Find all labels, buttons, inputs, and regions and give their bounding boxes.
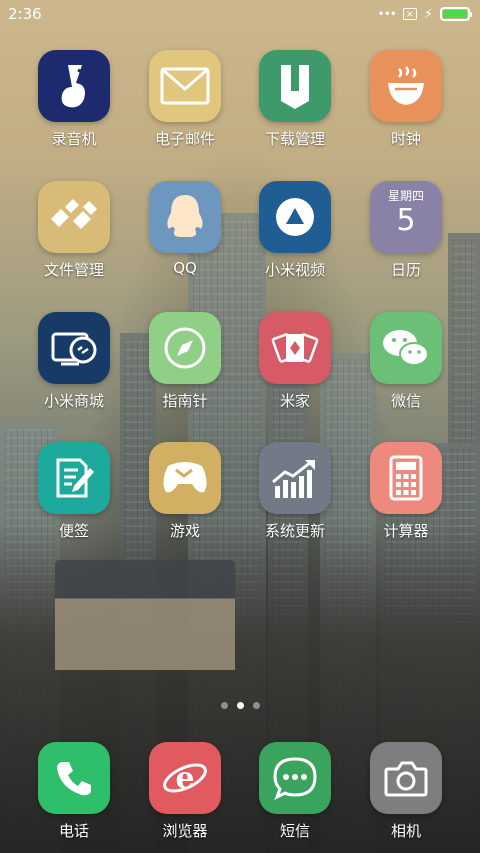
browser-icon: e [149,742,221,814]
clock-icon [370,50,442,122]
page-dot-current[interactable] [236,702,244,709]
dock-browser[interactable]: e 浏览器 [130,742,240,841]
app-email[interactable]: 电子邮件 [130,50,240,149]
system-update-chart-icon [259,442,331,514]
qq-penguin-icon [149,181,221,253]
app-calculator[interactable]: 计算器 [351,442,461,541]
app-label: 相机 [390,822,421,840]
app-label: 游戏 [169,522,200,540]
charging-bolt-icon: ⚡ [423,6,433,22]
app-mijia[interactable]: 米家 [240,312,350,411]
app-mi-video[interactable]: 小米视频 [240,181,350,280]
app-system-update[interactable]: 系统更新 [240,442,350,541]
dock-camera[interactable]: 相机 [351,742,461,841]
compass-icon [149,312,221,384]
signal-dots-icon: ••• [377,7,397,21]
calendar-weekday: 星期四 [387,189,424,203]
app-label: 电子邮件 [154,130,215,148]
app-label: 短信 [279,822,310,840]
phone-icon [38,742,110,814]
mail-icon [149,50,221,122]
battery-icon [440,7,472,21]
download-manager-icon [259,50,331,122]
app-games[interactable]: 游戏 [130,442,240,541]
app-label: 录音机 [51,130,97,148]
app-label: 下载管理 [264,130,325,148]
app-download-manager[interactable]: 下载管理 [240,50,350,149]
page-dot[interactable] [220,702,228,709]
app-label: 便签 [58,522,89,540]
app-label: 指南针 [162,392,208,410]
wechat-icon [370,312,442,384]
app-label: 计算器 [383,522,429,540]
app-label: 小米视频 [264,261,325,279]
app-label: 文件管理 [43,261,104,279]
battery-fill [443,10,467,18]
app-label: QQ [173,259,197,277]
mi-store-icon [38,312,110,384]
status-time: 2:36 [8,5,42,23]
calendar-icon: 星期四 5 [370,181,442,253]
app-label: 系统更新 [264,522,325,540]
svg-text:e: e [175,761,194,796]
app-file-manager[interactable]: 文件管理 [19,181,129,280]
calendar-day: 5 [396,203,416,238]
wallpaper-guardhouse [55,560,235,670]
app-wechat[interactable]: 微信 [351,312,461,411]
app-compass[interactable]: 指南针 [130,312,240,411]
app-recorder[interactable]: 录音机 [19,50,129,149]
app-notes[interactable]: 便签 [19,442,129,541]
page-dot[interactable] [252,702,260,709]
dock-sms[interactable]: 短信 [240,742,350,841]
video-play-icon [259,181,331,253]
recorder-icon [38,50,110,122]
app-label: 米家 [279,392,310,410]
no-sim-icon: × [402,8,417,20]
gamepad-icon [149,442,221,514]
app-label: 日历 [390,261,421,279]
app-clock[interactable]: 时钟 [351,50,461,149]
app-label: 小米商城 [43,392,104,410]
mijia-cards-icon [259,312,331,384]
status-bar: 2:36 ••• × ⚡ [0,0,480,28]
app-label: 电话 [58,822,89,840]
app-qq[interactable]: QQ [130,181,240,277]
sms-icon [259,742,331,814]
file-manager-icon [38,181,110,253]
app-label: 微信 [390,392,421,410]
app-label: 时钟 [390,130,421,148]
calculator-icon [370,442,442,514]
camera-icon [370,742,442,814]
app-mi-store[interactable]: 小米商城 [19,312,129,411]
app-calendar[interactable]: 星期四 5 日历 [351,181,461,280]
notes-icon [38,442,110,514]
app-label: 浏览器 [162,822,208,840]
page-indicator[interactable] [0,702,480,709]
dock-phone[interactable]: 电话 [19,742,129,841]
